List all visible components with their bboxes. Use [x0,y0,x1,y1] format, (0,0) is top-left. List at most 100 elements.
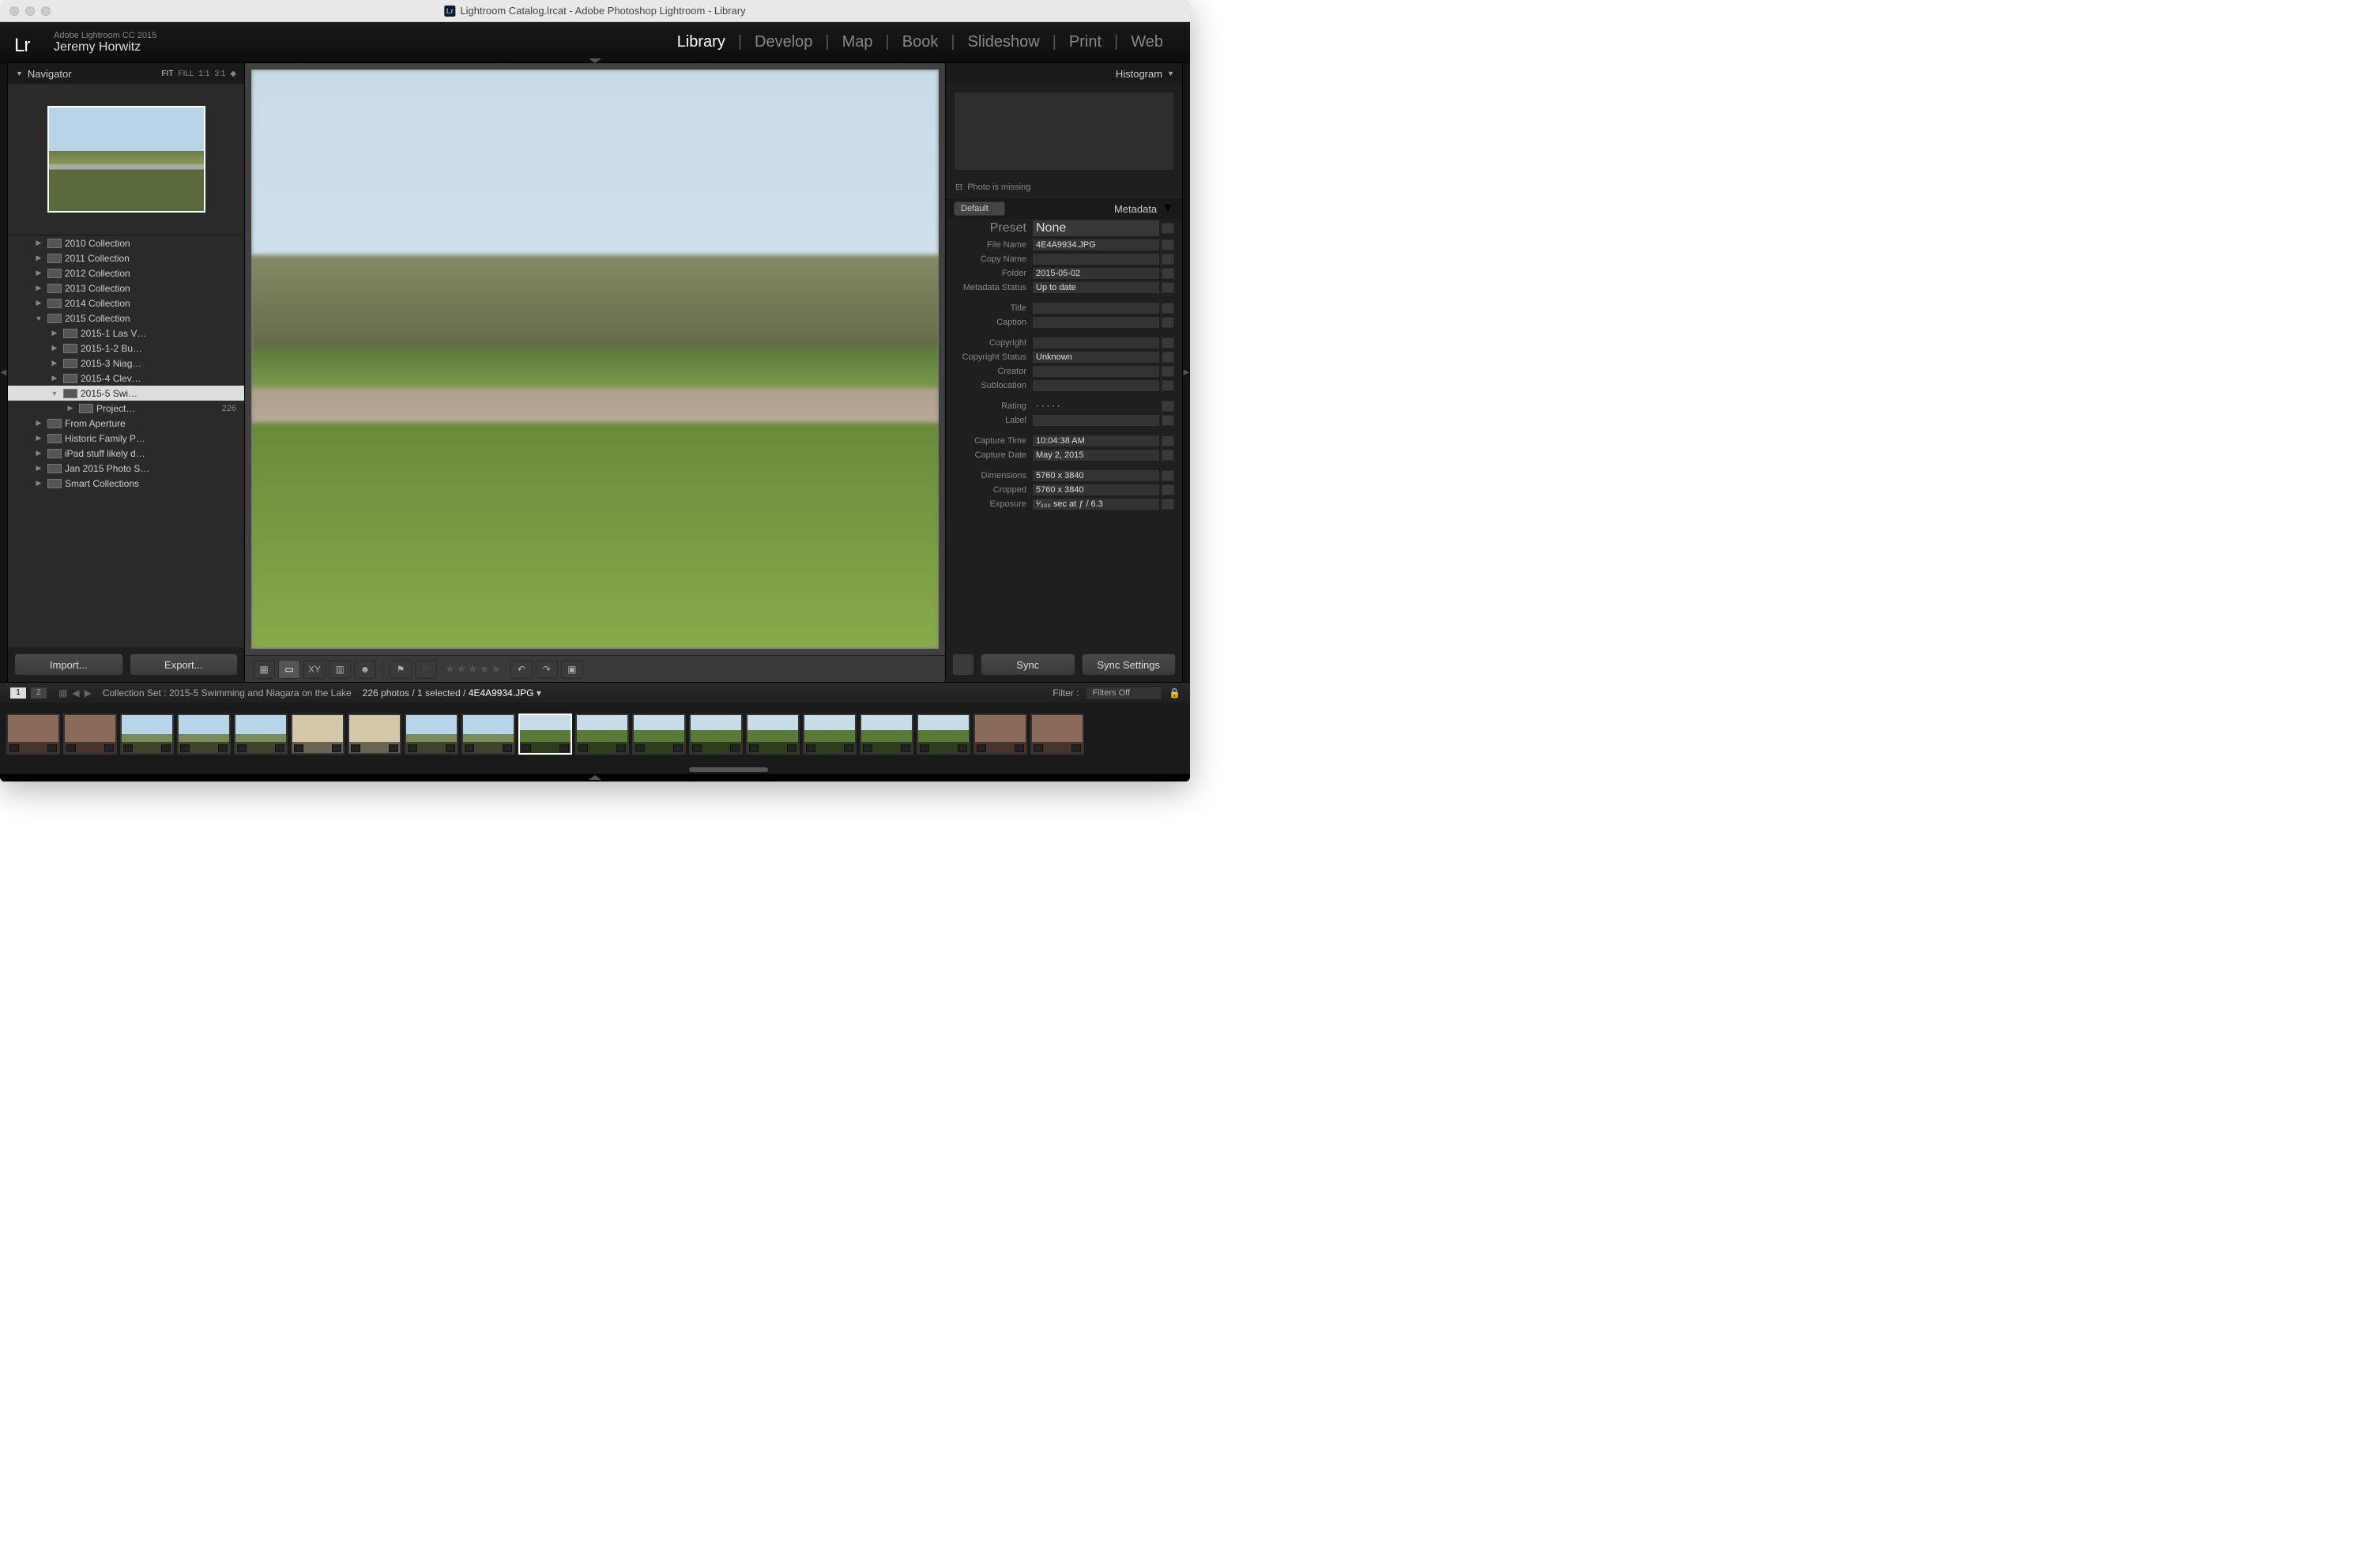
module-book[interactable]: Book [890,33,951,51]
sync-settings-button[interactable]: Sync Settings [1082,653,1177,676]
filmstrip-thumbnail[interactable] [1030,714,1084,755]
metadata-value[interactable] [1033,303,1159,314]
collection-item[interactable]: ▶Jan 2015 Photo S… [8,461,244,476]
filmstrip-thumbnail[interactable] [917,714,970,755]
metadata-action-icon[interactable] [1162,435,1174,446]
filmstrip-thumbnail[interactable] [575,714,629,755]
filmstrip-thumbnail[interactable] [120,714,174,755]
module-library[interactable]: Library [665,33,738,51]
metadata-action-icon[interactable] [1162,380,1174,391]
filter-select[interactable]: Filters Off [1086,686,1162,700]
minimize-window-button[interactable] [25,6,35,16]
disclosure-arrow-icon[interactable]: ▶ [33,269,44,277]
metadata-value[interactable]: 5760 x 3840 [1033,484,1159,495]
collection-item[interactable]: ▶2011 Collection [8,250,244,266]
filename-menu-icon[interactable]: ▾ [537,687,541,699]
metadata-action-icon[interactable] [1162,470,1174,481]
metadata-action-icon[interactable] [1162,401,1174,412]
disclosure-arrow-icon[interactable]: ▶ [33,254,44,262]
metadata-action-icon[interactable] [1162,499,1174,510]
disclosure-arrow-icon[interactable]: ▶ [49,344,60,352]
module-map[interactable]: Map [830,33,886,51]
metadata-value[interactable]: Unknown [1033,352,1159,363]
zoom-1to1[interactable]: 1:1 [198,70,209,78]
metadata-action-icon[interactable] [1162,254,1174,265]
disclosure-arrow-icon[interactable]: ▼ [33,314,44,322]
right-panel-edge[interactable]: ▶ [1182,63,1190,682]
face-region-button[interactable]: ▣ [561,660,583,679]
filmstrip-thumbnail[interactable] [461,714,515,755]
metadata-value[interactable] [1033,317,1159,328]
metadata-action-icon[interactable] [1162,337,1174,348]
metadata-value[interactable] [1033,380,1159,391]
collection-item[interactable]: ▶iPad stuff likely d… [8,446,244,461]
metadata-action-icon[interactable] [1162,303,1174,314]
metadata-value[interactable]: ¹⁄₃₂₀ sec at ƒ / 6.3 [1033,499,1159,510]
module-print[interactable]: Print [1056,33,1114,51]
prev-photo-button[interactable]: ◀ [72,687,79,699]
filmstrip-thumbnail[interactable] [632,714,686,755]
collection-item[interactable]: ▶2015-3 Niag… [8,356,244,371]
module-slideshow[interactable]: Slideshow [955,33,1053,51]
disclosure-arrow-icon[interactable]: ▶ [33,284,44,292]
metadata-value[interactable]: 2015-05-02 [1033,268,1159,279]
collection-item[interactable]: ▶Project…226 [8,401,244,416]
collection-item[interactable]: ▶Smart Collections [8,476,244,491]
metadata-action-icon[interactable] [1162,450,1174,461]
close-window-button[interactable] [9,6,19,16]
filmstrip-thumbnail[interactable] [177,714,231,755]
breadcrumb-path[interactable]: Collection Set : 2015-5 Swimming and Nia… [103,687,352,699]
metadata-action-icon[interactable] [1162,415,1174,426]
filmstrip[interactable] [0,702,1190,766]
metadata-value[interactable]: 5760 x 3840 [1033,470,1159,481]
next-photo-button[interactable]: ▶ [85,687,92,699]
disclosure-arrow-icon[interactable]: ▶ [33,449,44,458]
metadata-value[interactable] [1033,337,1159,348]
primary-display-button[interactable]: 1 [9,687,27,699]
disclosure-arrow-icon[interactable]: ▶ [49,329,60,337]
sync-button[interactable]: Sync [981,653,1075,676]
export-button[interactable]: Export... [130,653,239,676]
metadata-mode-select[interactable]: Default [954,201,1005,216]
collection-item[interactable]: ▶2010 Collection [8,235,244,250]
collection-item[interactable]: ▶2013 Collection [8,281,244,296]
filmstrip-thumbnail[interactable] [6,714,60,755]
grid-view-button[interactable]: ▦ [253,660,275,679]
metadata-action-icon[interactable] [1162,366,1174,377]
metadata-value[interactable] [1033,415,1159,426]
compare-view-button[interactable]: XY [303,660,326,679]
metadata-action-icon[interactable] [1162,239,1174,250]
filmstrip-thumbnail[interactable] [803,714,857,755]
auto-sync-toggle[interactable] [952,653,974,676]
filmstrip-thumbnail[interactable] [405,714,458,755]
navigator-thumbnail[interactable] [47,106,205,213]
image-canvas[interactable] [251,70,939,649]
collection-item[interactable]: ▶2015-1 Las V… [8,326,244,341]
disclosure-arrow-icon[interactable]: ▶ [33,419,44,427]
metadata-value[interactable] [1033,366,1159,377]
rotate-cw-button[interactable]: ↷ [536,660,558,679]
filmstrip-thumbnail[interactable] [234,714,288,755]
module-web[interactable]: Web [1118,33,1176,51]
metadata-value[interactable]: Up to date [1033,282,1159,293]
filmstrip-thumbnail[interactable] [63,714,117,755]
collection-item[interactable]: ▶2012 Collection [8,266,244,281]
filmstrip-thumbnail[interactable] [860,714,913,755]
collection-item[interactable]: ▶From Aperture [8,416,244,431]
filmstrip-thumbnail[interactable] [518,714,572,755]
metadata-action-icon[interactable] [1162,282,1174,293]
zoom-window-button[interactable] [41,6,51,16]
collection-item[interactable]: ▼2015 Collection [8,311,244,326]
disclosure-arrow-icon[interactable]: ▶ [33,299,44,307]
disclosure-arrow-icon[interactable]: ▼ [49,390,60,397]
metadata-action-icon[interactable] [1162,484,1174,495]
identity-plate[interactable]: Jeremy Horwitz [54,40,156,55]
disclosure-arrow-icon[interactable]: ▶ [49,359,60,367]
metadata-action-icon[interactable] [1162,317,1174,328]
disclosure-arrow-icon[interactable]: ▶ [33,464,44,473]
secondary-display-button[interactable]: 2 [30,687,47,699]
metadata-value[interactable]: 4E4A9934.JPG [1033,239,1159,250]
metadata-value[interactable]: 10:04:38 AM [1033,435,1159,446]
left-panel-edge[interactable]: ◀ [0,63,8,682]
filmstrip-scrollbar[interactable] [0,766,1190,774]
